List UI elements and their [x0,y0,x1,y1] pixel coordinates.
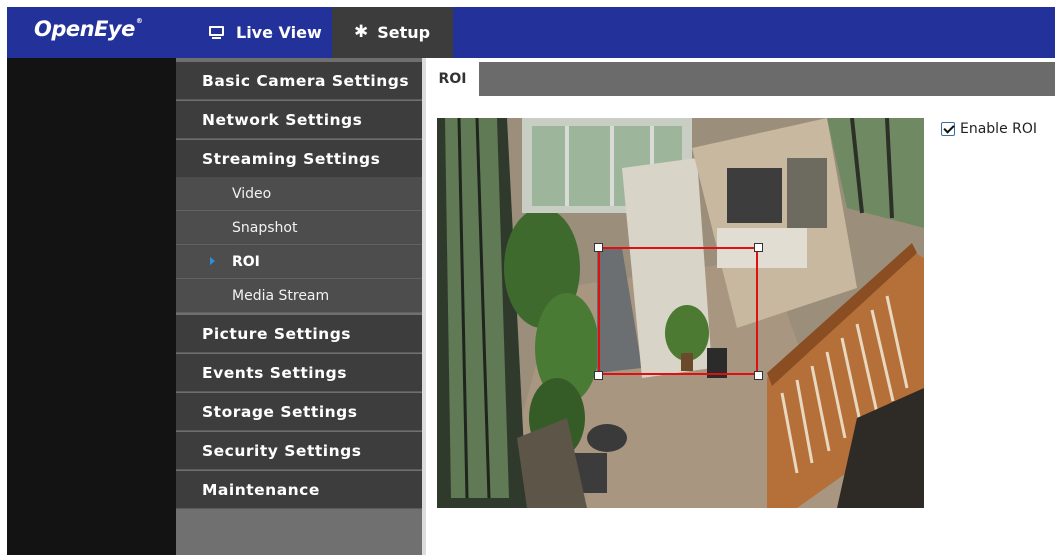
sidebar-item-security-settings[interactable]: Security Settings [176,432,422,470]
sidebar-item-basic-camera-settings[interactable]: Basic Camera Settings [176,62,422,100]
sidebar-filler [176,510,422,555]
top-bar: OpenEye® Live View ✱ Setup [7,7,1055,58]
sidebar-subitem-media-stream[interactable]: Media Stream [176,279,422,313]
gear-icon: ✱ [354,22,369,42]
roi-handle-bottom-left[interactable] [594,371,603,380]
active-arrow-icon [210,257,215,265]
sidebar-item-events-settings[interactable]: Events Settings [176,354,422,392]
enable-roi-checkbox[interactable] [941,122,955,136]
tab-roi[interactable]: ROI [426,62,479,96]
roi-handle-top-left[interactable] [594,243,603,252]
sidebar-item-maintenance[interactable]: Maintenance [176,471,422,509]
sidebar-subitem-snapshot[interactable]: Snapshot [176,211,422,245]
nav-live-view[interactable]: Live View [197,7,329,58]
roi-handle-top-right[interactable] [754,243,763,252]
nav-setup[interactable]: ✱ Setup [332,7,453,58]
sidebar-item-streaming-settings[interactable]: Streaming Settings [176,140,422,178]
left-panel [7,58,176,555]
sidebar-item-storage-settings[interactable]: Storage Settings [176,393,422,431]
sidebar-subitem-roi-label: ROI [232,253,260,270]
sidebar-subitem-video[interactable]: Video [176,177,422,211]
sidebar-item-picture-settings[interactable]: Picture Settings [176,315,422,353]
sidebar-item-network-settings[interactable]: Network Settings [176,101,422,139]
roi-handle-bottom-right[interactable] [754,371,763,380]
openeye-logo: OpenEye® [34,17,143,41]
content-tab-bar: ROI [426,62,1055,96]
enable-roi-control[interactable]: Enable ROI [941,121,1037,137]
nav-setup-label: Setup [377,23,431,42]
roi-selection-box[interactable] [598,247,758,375]
settings-sidebar: Basic Camera Settings Network Settings S… [176,58,422,555]
monitor-icon [209,26,224,39]
page: OpenEye® Live View ✱ Setup Basic Camera … [0,0,1055,555]
enable-roi-label: Enable ROI [960,121,1038,137]
sidebar-subitem-roi[interactable]: ROI [176,245,422,279]
nav-live-view-label: Live View [236,23,322,42]
